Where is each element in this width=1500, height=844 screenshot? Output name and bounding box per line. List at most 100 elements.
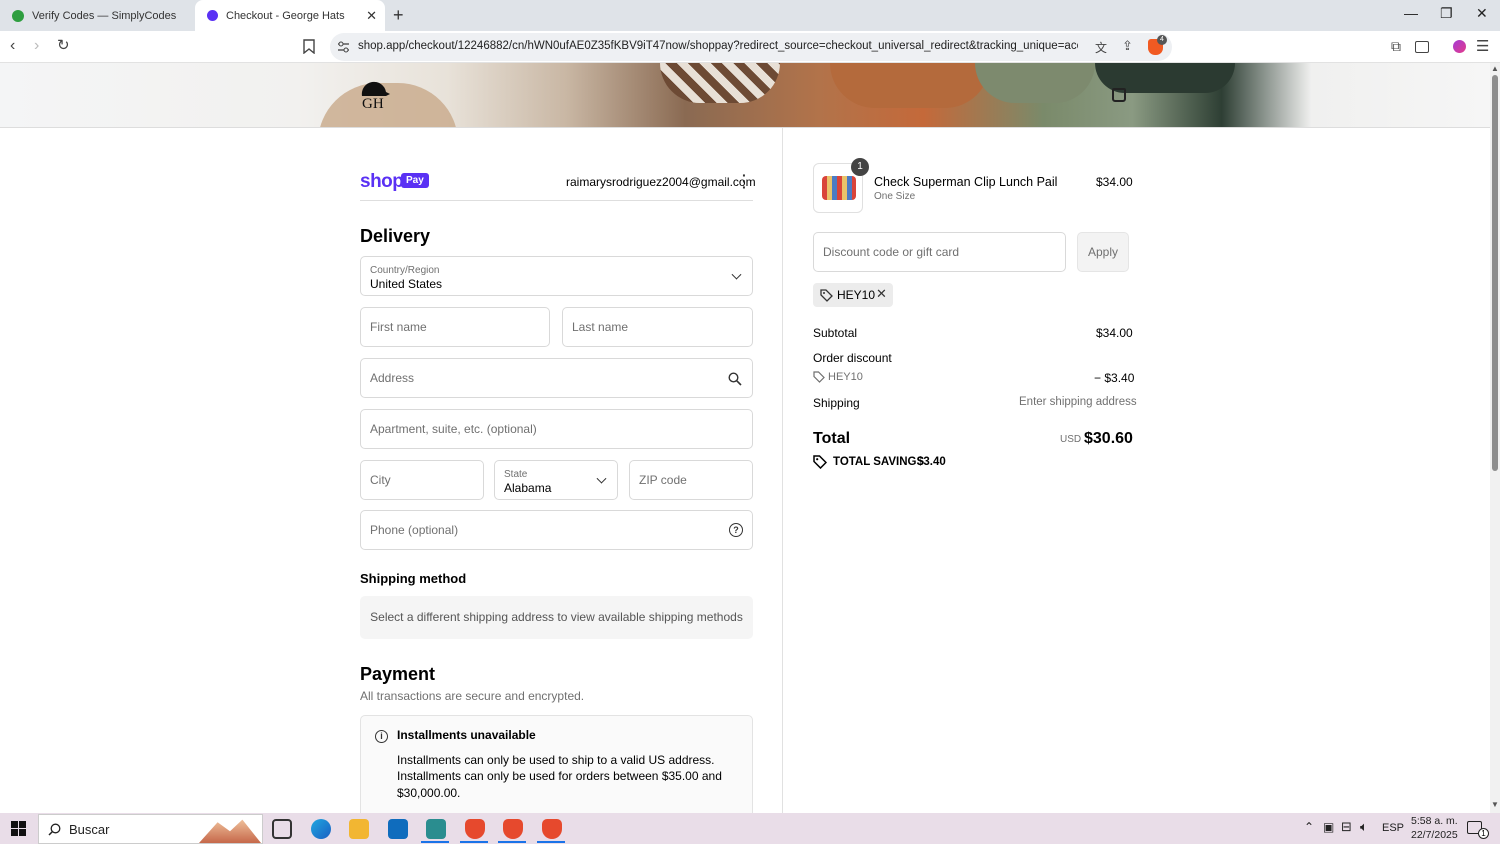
clock-date[interactable]: 22/7/2025 (1411, 829, 1458, 841)
city-field[interactable]: City (360, 460, 484, 500)
scrollbar-thumb[interactable] (1492, 75, 1498, 471)
phone-field[interactable]: Phone (optional) ? (360, 510, 753, 550)
remove-discount-icon[interactable]: ✕ (876, 286, 887, 302)
minimize-icon[interactable]: — (1404, 5, 1418, 21)
order-summary-column: 1 Check Superman Clip Lunch Pail One Siz… (783, 128, 1490, 813)
site-settings-icon[interactable] (337, 41, 350, 53)
total-label: Total (813, 430, 851, 447)
edge-icon[interactable] (311, 819, 331, 839)
shopping-bag-icon[interactable] (1112, 88, 1126, 102)
tab-checkout[interactable]: Checkout - George Hats ✕ (195, 0, 385, 31)
discount-code-line: HEY10 (828, 371, 863, 383)
search-highlight-image (199, 819, 261, 843)
discount-value: − $3.40 (1094, 371, 1135, 385)
country-label: Country/Region (370, 265, 440, 276)
shipping-method-notice: Select a different shipping address to v… (360, 596, 753, 639)
chevron-up-icon[interactable]: ⌃ (1304, 820, 1314, 834)
zip-code-field[interactable]: ZIP code (629, 460, 753, 500)
last-name-field[interactable]: Last name (562, 307, 753, 347)
clock-time[interactable]: 5:58 a. m. (1411, 815, 1458, 827)
subtotal-label: Subtotal (813, 326, 858, 340)
brave-browser-icon[interactable] (465, 819, 485, 839)
share-icon[interactable]: ⇪ (1122, 38, 1133, 54)
active-app-indicator (460, 841, 488, 843)
taskbar-search[interactable]: Buscar (38, 814, 263, 844)
notification-count: 1 (1478, 828, 1489, 839)
shop-favicon-icon (207, 10, 218, 21)
product-variant: One Size (874, 191, 916, 202)
installments-title: Installments unavailable (397, 728, 536, 742)
windows-start-icon[interactable] (11, 821, 26, 836)
forward-icon[interactable]: › (34, 37, 39, 55)
app-icon[interactable] (426, 819, 446, 839)
state-label: State (504, 469, 528, 480)
payment-heading: Payment (360, 664, 436, 684)
first-name-placeholder: First name (370, 320, 427, 334)
phone-placeholder: Phone (optional) (370, 523, 459, 537)
product-price: $34.00 (1096, 175, 1133, 189)
search-icon (728, 372, 742, 386)
tab-bar: Verify Codes — SimplyCodes Checkout - Ge… (0, 0, 1500, 31)
help-icon[interactable]: ? (729, 523, 743, 537)
applied-discount-chip: HEY10 ✕ (813, 283, 893, 307)
shipping-value: Enter shipping address (1019, 396, 1137, 408)
tag-icon (813, 371, 825, 383)
volume-icon[interactable]: 🔈︎ (1360, 819, 1368, 835)
close-tab-icon[interactable]: ✕ (366, 8, 377, 24)
checkout-form-column: shop Pay raimarysrodriguez2004@gmail.com… (0, 128, 783, 825)
url-bar[interactable]: shop.app/checkout/12246882/cn/hWN0ufAE0Z… (330, 33, 1172, 61)
hat-image (830, 63, 990, 108)
file-explorer-icon[interactable] (349, 819, 369, 839)
language-indicator[interactable]: ESP (1382, 822, 1404, 834)
total-savings-value: $3.40 (917, 456, 946, 468)
brave-browser-icon[interactable] (503, 819, 523, 839)
extensions-icon[interactable]: ⧉ (1391, 38, 1401, 55)
meet-icon[interactable]: ▣ (1323, 820, 1334, 834)
hat-image (975, 63, 1095, 103)
first-name-field[interactable]: First name (360, 307, 550, 347)
close-window-icon[interactable]: ✕ (1476, 5, 1488, 22)
address-field[interactable]: Address (360, 358, 753, 398)
bookmark-icon[interactable] (303, 39, 315, 54)
network-icon[interactable]: ⊟ (1341, 819, 1352, 835)
back-icon[interactable]: ‹ (10, 37, 15, 55)
outlook-icon[interactable] (388, 819, 408, 839)
installments-line: Installments can only be used for orders… (397, 769, 722, 783)
menu-icon[interactable]: ☰ (1476, 37, 1489, 55)
scroll-down-icon[interactable]: ▼ (1491, 800, 1499, 809)
task-view-icon[interactable] (272, 819, 292, 839)
simplycodes-favicon-icon (12, 9, 24, 22)
tab-simplycodes[interactable]: Verify Codes — SimplyCodes (0, 0, 195, 31)
currency-code: USD (1060, 434, 1082, 445)
delivery-heading: Delivery (360, 226, 431, 246)
country-value: United States (370, 277, 443, 291)
reload-icon[interactable]: ↻ (57, 36, 70, 54)
state-select[interactable]: State Alabama (494, 460, 618, 500)
translate-icon[interactable]: 文 (1095, 39, 1107, 56)
payment-subtext: All transactions are secure and encrypte… (360, 689, 585, 703)
scroll-up-icon[interactable]: ▲ (1491, 64, 1499, 73)
george-hats-logo[interactable]: GH (359, 80, 393, 112)
chevron-down-icon (731, 269, 742, 280)
savings-tag-icon (813, 455, 827, 469)
sidebar-icon[interactable] (1415, 41, 1429, 53)
apartment-placeholder: Apartment, suite, etc. (optional) (370, 422, 537, 436)
discount-placeholder: Discount code or gift card (823, 245, 960, 259)
new-tab-icon[interactable]: + (393, 5, 404, 26)
lunch-pail-image (822, 176, 856, 200)
apply-button[interactable]: Apply (1077, 232, 1129, 272)
brave-browser-icon[interactable] (542, 819, 562, 839)
search-placeholder: Buscar (69, 822, 110, 837)
order-discount-label: Order discount (813, 351, 892, 365)
restore-icon[interactable]: ❐ (1440, 5, 1453, 22)
more-options-icon[interactable]: · · · (742, 168, 747, 194)
hat-image (660, 63, 780, 103)
active-app-indicator (498, 841, 526, 843)
navigation-bar: ‹ › ↻ shop.app/checkout/12246882/cn/hWN0… (0, 31, 1500, 63)
url-text: shop.app/checkout/12246882/cn/hWN0ufAE0Z… (358, 40, 1078, 52)
apartment-field[interactable]: Apartment, suite, etc. (optional) (360, 409, 753, 449)
store-header-banner (0, 63, 1490, 128)
leo-ai-icon[interactable] (1453, 40, 1466, 53)
country-select[interactable]: Country/Region United States (360, 256, 753, 296)
discount-code-input[interactable]: Discount code or gift card (813, 232, 1066, 272)
